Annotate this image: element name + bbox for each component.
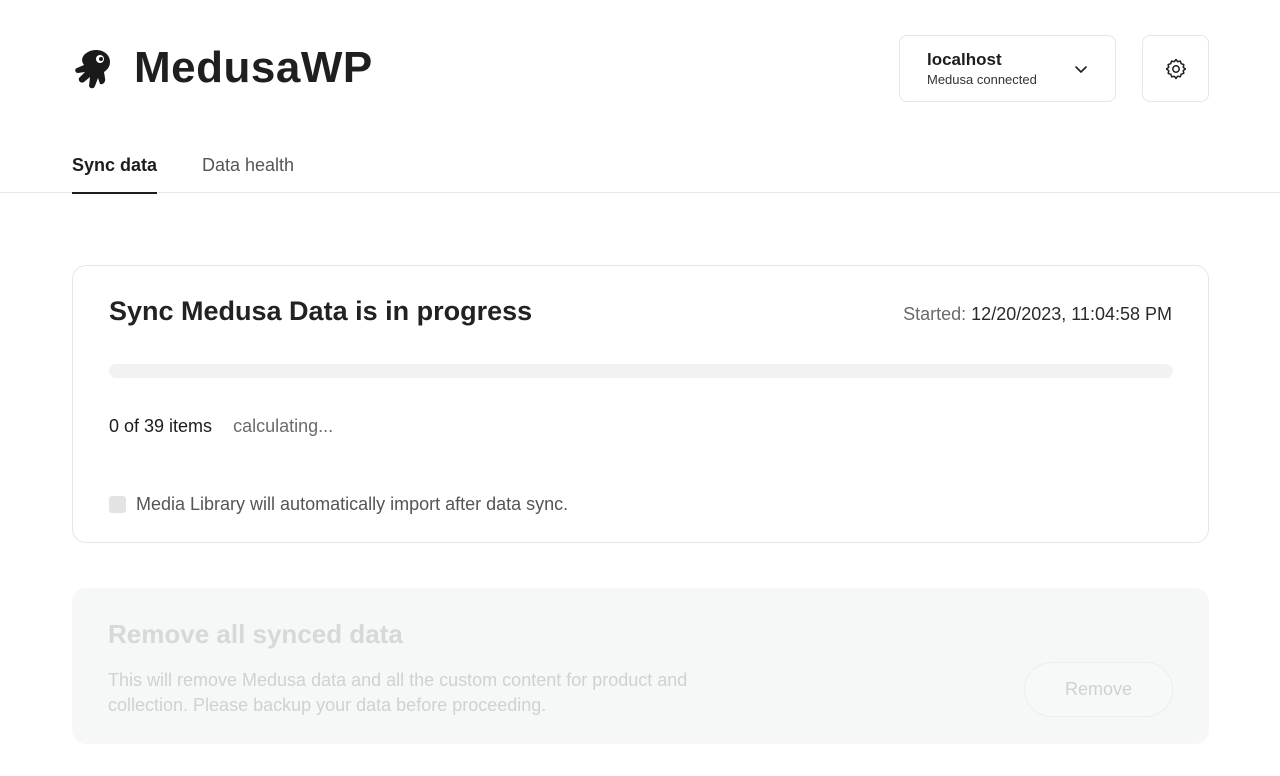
tab-sync-data[interactable]: Sync data xyxy=(72,152,158,194)
tab-data-health[interactable]: Data health xyxy=(202,152,294,193)
brand-name: MedusaWP xyxy=(134,43,373,92)
media-import-checkbox[interactable] xyxy=(109,495,126,513)
remove-description: This will remove Medusa data and all the… xyxy=(108,670,688,715)
media-library-note: Media Library will automatically import … xyxy=(109,492,568,516)
connection-status: Medusa connected xyxy=(927,71,1037,87)
tab-bar: Sync data Data health xyxy=(0,152,1280,194)
remove-button[interactable]: Remove xyxy=(1024,662,1173,717)
remove-title: Remove all synced data xyxy=(108,619,403,649)
settings-button[interactable] xyxy=(1142,35,1209,102)
site-host: localhost xyxy=(927,49,1002,69)
site-select-dropdown[interactable]: localhost Medusa connected xyxy=(899,35,1116,102)
started-label: Started: xyxy=(903,304,967,324)
started-value: 12/20/2023, 11:04:58 PM xyxy=(971,304,1172,324)
media-note-text: Media Library will automatically import … xyxy=(136,494,569,514)
items-count: 0 of 39 items xyxy=(109,416,213,436)
chevron-down-icon xyxy=(1075,65,1087,73)
medusa-logo-icon xyxy=(75,50,110,89)
sync-count-line: 0 of 39 items calculating... xyxy=(109,414,333,438)
site-select-texts: localhost Medusa connected xyxy=(927,49,1073,89)
eta-status: calculating... xyxy=(233,416,334,436)
gear-icon xyxy=(1165,58,1186,79)
remove-data-card: Remove all synced data This will remove … xyxy=(72,588,1209,744)
sync-title: Sync Medusa Data is in progress xyxy=(109,296,533,326)
sync-progress-bar xyxy=(109,364,1173,378)
app-window: MedusaWP localhost Medusa connected Sync… xyxy=(0,0,1280,776)
sync-progress-card: Sync Medusa Data is in progress Started:… xyxy=(72,265,1209,543)
brand: MedusaWP xyxy=(70,44,373,92)
sync-started: Started: 12/20/2023, 11:04:58 PM xyxy=(903,302,1172,326)
